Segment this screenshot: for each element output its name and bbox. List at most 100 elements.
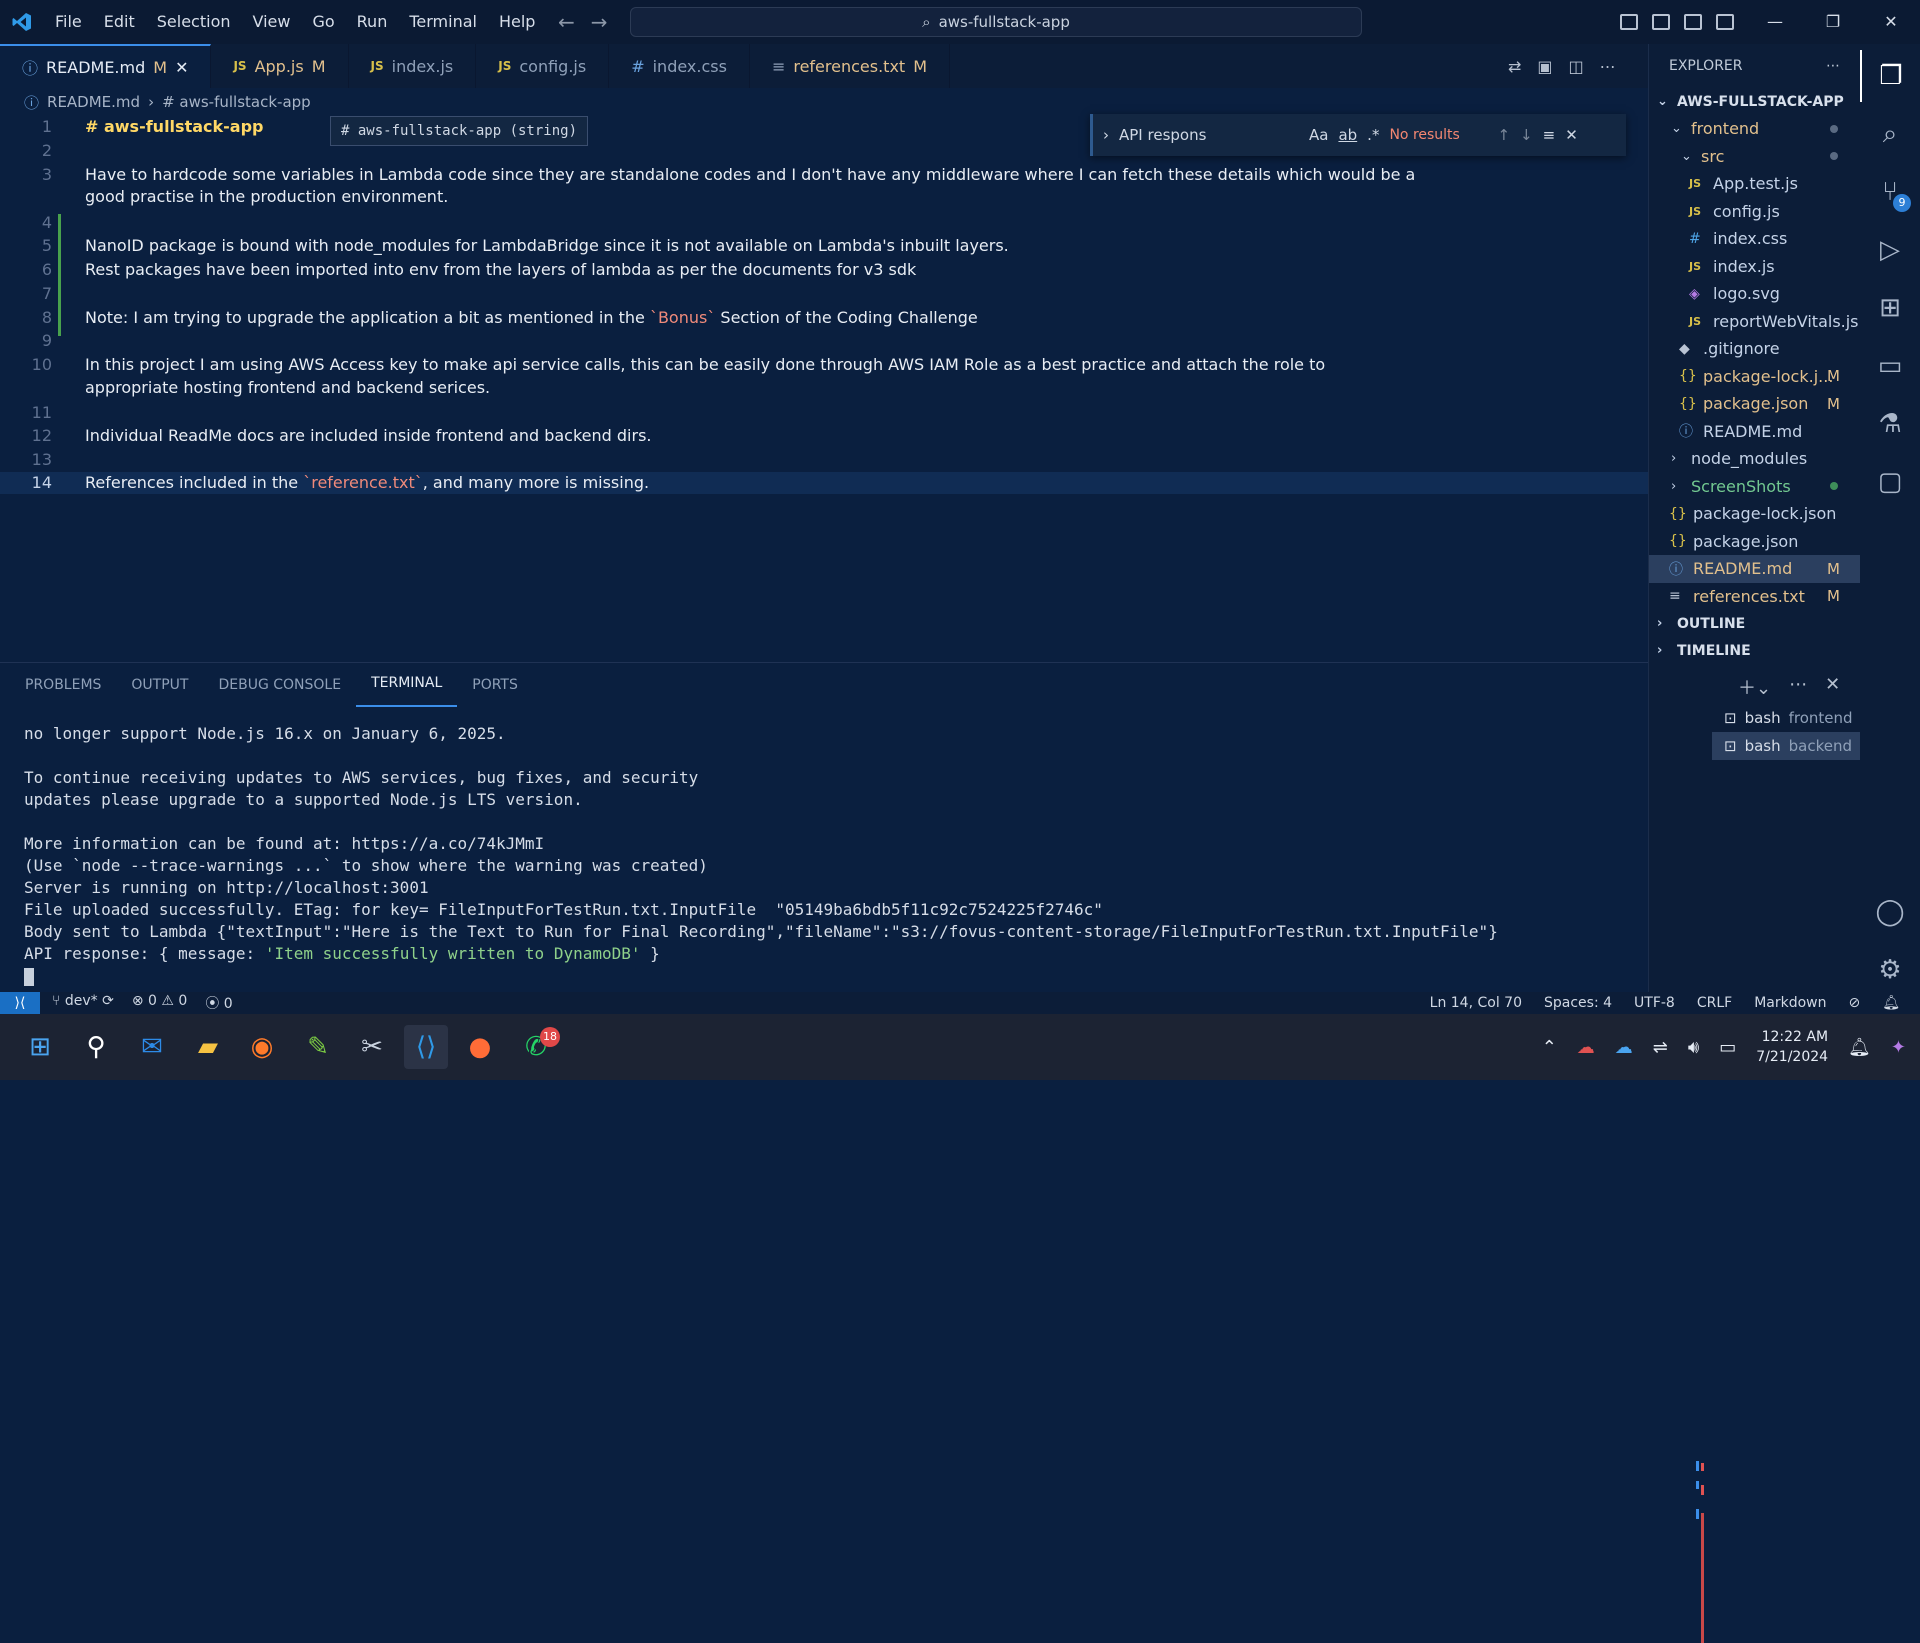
cursor-position[interactable]: Ln 14, Col 70 [1430, 995, 1522, 1011]
encoding[interactable]: UTF-8 [1634, 995, 1675, 1011]
chevron-right-icon[interactable]: › [1103, 126, 1109, 144]
remote-indicator-icon[interactable]: ⟩⟨ [0, 992, 40, 1014]
source-control-icon[interactable]: ⑂ 9 [1860, 166, 1920, 218]
terminal-item-backend[interactable]: ⊡ bash backend [1712, 732, 1860, 760]
regex-toggle[interactable]: .* [1367, 126, 1379, 144]
tree-file[interactable]: {} package-lock.json [1649, 500, 1860, 528]
tab-config-js[interactable]: JS config.js [476, 44, 610, 88]
tree-folder-screenshots[interactable]: › ScreenShots [1649, 473, 1860, 501]
explorer-root[interactable]: ⌄ AWS-FULLSTACK-APP [1649, 88, 1860, 115]
find-input[interactable]: API respons [1119, 126, 1299, 144]
find-in-selection-icon[interactable]: ≡ [1543, 126, 1556, 144]
menu-selection[interactable]: Selection [146, 0, 242, 44]
tab-output[interactable]: OUTPUT [116, 663, 203, 707]
tree-file[interactable]: ◈ logo.svg [1649, 280, 1860, 308]
remote-explorer-icon[interactable]: ▭ [1860, 340, 1920, 392]
tab-references-txt[interactable]: ≡ references.txt M [750, 44, 950, 88]
onedrive-icon[interactable]: ☁ [1615, 1037, 1633, 1058]
battery-icon[interactable]: ▭ [1719, 1037, 1736, 1058]
account-icon[interactable]: ◯ [1860, 886, 1920, 938]
terminal-output[interactable]: no longer support Node.js 16.x on Januar… [24, 723, 1498, 987]
clock[interactable]: 12:22 AM 7/21/2024 [1756, 1027, 1828, 1067]
testing-icon[interactable]: ⚗ [1860, 398, 1920, 450]
tab-terminal[interactable]: TERMINAL [356, 663, 458, 707]
tree-file[interactable]: ⓘ README.md [1649, 418, 1860, 446]
minimize-icon[interactable]: — [1746, 0, 1804, 44]
toggle-secondary-sidebar-icon[interactable] [1684, 14, 1702, 30]
terminal-item-frontend[interactable]: ⊡ bash frontend [1712, 704, 1860, 732]
close-window-icon[interactable]: ✕ [1862, 0, 1920, 44]
tab-problems[interactable]: PROBLEMS [0, 663, 116, 707]
tree-file[interactable]: ◆ .gitignore [1649, 335, 1860, 363]
restore-icon[interactable]: ❐ [1804, 0, 1862, 44]
cloud-sync-error-icon[interactable]: ☁ [1577, 1037, 1595, 1058]
comments-icon[interactable]: ▢ [1860, 456, 1920, 508]
match-case-toggle[interactable]: Aa [1309, 126, 1328, 144]
more-actions-icon[interactable]: ⋯ [1826, 58, 1840, 74]
command-center[interactable]: ⌕ aws-fullstack-app [630, 7, 1362, 37]
notifications-bell-icon[interactable]: 🔔︎ [1848, 1037, 1871, 1058]
toggle-panel-icon[interactable] [1652, 14, 1670, 30]
vscode-logo-icon[interactable] [0, 0, 44, 44]
tree-file-selected[interactable]: ⓘ README.md M [1649, 555, 1860, 583]
toggle-primary-sidebar-icon[interactable] [1620, 14, 1638, 30]
search-icon[interactable]: ⌕ [1860, 108, 1920, 160]
breadcrumb-file[interactable]: README.md [47, 93, 140, 111]
problems-indicator[interactable]: ⊗ 0 ⚠ 0 [132, 993, 188, 1013]
network-icon[interactable]: ⇌ [1653, 1037, 1668, 1058]
tab-index-css[interactable]: # index.css [609, 44, 750, 88]
menu-edit[interactable]: Edit [93, 0, 146, 44]
editor[interactable]: 1 # aws-fullstack-app 2 3 Have to hardcode… [0, 114, 1648, 662]
tree-folder-node-modules[interactable]: › node_modules [1649, 445, 1860, 473]
tree-file[interactable]: JS App.test.js [1649, 170, 1860, 198]
tree-file[interactable]: {} package.json M [1649, 390, 1860, 418]
firefox-icon[interactable]: ◉ [240, 1025, 284, 1069]
indentation[interactable]: Spaces: 4 [1544, 995, 1612, 1011]
whatsapp-icon[interactable]: ✆ 18 [514, 1025, 560, 1069]
tree-file[interactable]: # index.css [1649, 225, 1860, 253]
tab-debug-console[interactable]: DEBUG CONSOLE [203, 663, 356, 707]
timeline-section[interactable]: › TIMELINE [1649, 637, 1860, 664]
back-arrow-icon[interactable]: ← [558, 10, 575, 34]
menu-terminal[interactable]: Terminal [398, 0, 488, 44]
tab-app-js[interactable]: JS App.js M [211, 44, 349, 88]
menu-go[interactable]: Go [301, 0, 345, 44]
line-ending[interactable]: CRLF [1697, 995, 1732, 1011]
tree-folder-src[interactable]: ⌄ src [1649, 143, 1860, 171]
breadcrumb-symbol[interactable]: # aws-fullstack-app [162, 93, 311, 111]
outline-section[interactable]: › OUTLINE [1649, 610, 1860, 637]
split-editor-icon[interactable]: ◫ [1569, 57, 1584, 76]
menu-file[interactable]: File [44, 0, 93, 44]
tab-index-js[interactable]: JS index.js [349, 44, 477, 88]
extensions-icon[interactable]: ⊞ [1860, 282, 1920, 334]
tree-file[interactable]: {} package.json [1649, 528, 1860, 556]
run-debug-icon[interactable]: ▷ [1860, 224, 1920, 276]
explorer-icon[interactable]: ❐ [1860, 50, 1920, 102]
arrow-down-icon[interactable]: ↓ [1520, 126, 1533, 144]
ports-indicator[interactable]: ⦿ 0 [205, 993, 232, 1013]
postman-icon[interactable]: ● [458, 1025, 502, 1069]
tab-readme[interactable]: ⓘ README.md M ✕ [0, 44, 212, 88]
gear-icon[interactable]: ⚙ [1860, 944, 1920, 996]
new-terminal-icon[interactable]: ＋⌄ [1738, 674, 1771, 700]
menu-help[interactable]: Help [488, 0, 546, 44]
notepad-plus-plus-icon[interactable]: ✎ [296, 1025, 340, 1069]
open-preview-icon[interactable]: ▣ [1537, 57, 1552, 76]
copilot-icon[interactable]: ✦ [1891, 1037, 1906, 1058]
copilot-icon[interactable]: ⊘ [1848, 995, 1860, 1011]
compare-changes-icon[interactable]: ⇄ [1508, 57, 1521, 76]
outlook-icon[interactable]: ✉ [130, 1025, 174, 1069]
file-explorer-icon[interactable]: ▰ [186, 1025, 230, 1069]
customize-layout-icon[interactable] [1716, 14, 1734, 30]
search-icon[interactable]: ⚲ [74, 1025, 118, 1069]
tree-file[interactable]: JS config.js [1649, 198, 1860, 226]
tree-file[interactable]: JS index.js [1649, 253, 1860, 281]
menu-run[interactable]: Run [346, 0, 399, 44]
chevron-up-icon[interactable]: ⌃ [1542, 1037, 1557, 1058]
forward-arrow-icon[interactable]: → [591, 10, 608, 34]
vscode-taskbar-icon[interactable]: ⟨⟩ [404, 1025, 448, 1069]
close-panel-icon[interactable]: ✕ [1825, 674, 1840, 700]
tree-file[interactable]: {} package-lock.j... M [1649, 363, 1860, 391]
menu-view[interactable]: View [242, 0, 302, 44]
tree-file[interactable]: ≡ references.txt M [1649, 583, 1860, 611]
